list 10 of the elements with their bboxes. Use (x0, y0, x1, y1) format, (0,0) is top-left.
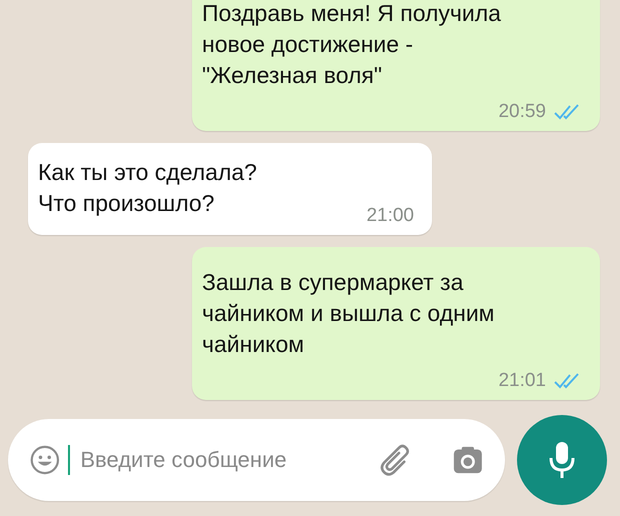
message-input-field[interactable]: Введите сообщение (78, 446, 370, 474)
message-text: Зашла в супермаркет за чайником и вышла с одним чайником (202, 268, 494, 359)
camera-icon[interactable] (453, 444, 484, 476)
message-time: 20:59 (498, 101, 546, 123)
emoji-icon[interactable] (30, 443, 60, 477)
message-time: 21:01 (498, 370, 546, 392)
message-text: Как ты это сделала? Что произошло? (38, 158, 257, 218)
message-text: Поздравь меня! Я получила новое достижение - "Железная воля" (202, 0, 501, 90)
microphone-icon (548, 441, 576, 479)
message-time: 21:00 (366, 205, 414, 227)
